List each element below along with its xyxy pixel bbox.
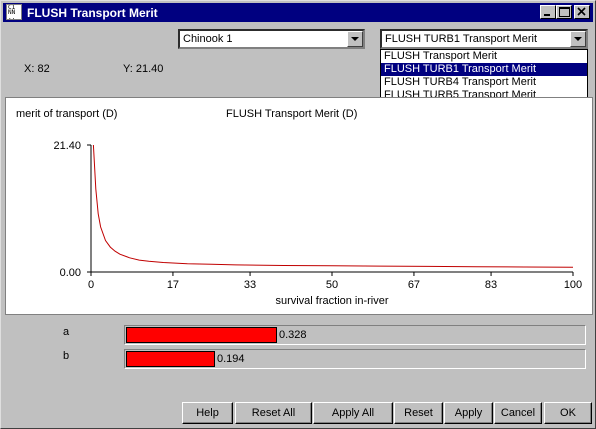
metric-dropdown[interactable]: FLUSH TURB1 Transport Merit xyxy=(380,29,588,49)
chevron-down-icon xyxy=(574,37,582,41)
y-tick-label: 21.40 xyxy=(53,140,81,152)
reset-button[interactable]: Reset xyxy=(394,402,443,424)
y-tick-label: 0.00 xyxy=(60,267,81,279)
x-tick-label: 50 xyxy=(326,279,338,291)
help-button[interactable]: Help xyxy=(182,402,233,424)
y-readout: Y: 21.40 xyxy=(123,63,164,75)
minimize-icon xyxy=(544,14,550,16)
chart-title: FLUSH Transport Merit (D) xyxy=(226,108,357,120)
apply-all-button[interactable]: Apply All xyxy=(313,402,393,424)
apply-button[interactable]: Apply xyxy=(444,402,493,424)
metric-option[interactable]: FLUSH Transport Merit xyxy=(381,50,587,63)
x-readout: X: 82 xyxy=(24,63,50,75)
x-tick-label: 100 xyxy=(564,279,582,291)
cancel-button[interactable]: Cancel xyxy=(494,402,542,424)
ok-button[interactable]: OK xyxy=(544,402,592,424)
param-slider-b[interactable]: 0.194 xyxy=(124,349,586,369)
title-bar[interactable]: C1 NN.. FLUSH Transport Merit xyxy=(3,3,593,22)
param-label-b: b xyxy=(63,350,70,362)
x-tick-label: 0 xyxy=(88,279,94,291)
minimize-button[interactable] xyxy=(540,5,556,19)
param-fill-b[interactable] xyxy=(126,351,215,367)
merit-chart[interactable]: merit of transport (D) FLUSH Transport M… xyxy=(6,98,592,314)
species-value: Chinook 1 xyxy=(183,33,233,45)
param-label-a: a xyxy=(63,326,70,338)
param-value-b: 0.194 xyxy=(217,353,245,365)
metric-option[interactable]: FLUSH TURB4 Transport Merit xyxy=(381,76,587,89)
x-tick-label: 17 xyxy=(167,279,179,291)
x-tick-label: 83 xyxy=(485,279,497,291)
maximize-button[interactable] xyxy=(556,5,572,19)
param-slider-a[interactable]: 0.328 xyxy=(124,325,586,345)
x-tick-label: 67 xyxy=(408,279,420,291)
close-icon xyxy=(577,7,586,16)
maximize-icon xyxy=(559,7,570,17)
param-fill-a[interactable] xyxy=(126,327,277,343)
chevron-down-icon xyxy=(351,37,359,41)
close-button[interactable] xyxy=(574,5,590,19)
metric-value: FLUSH TURB1 Transport Merit xyxy=(385,33,538,45)
transport-merit-window: C1 NN.. FLUSH Transport Merit Chinook 1 F… xyxy=(0,0,596,429)
app-icon[interactable]: C1 NN.. xyxy=(6,4,22,20)
merit-curve xyxy=(92,144,574,268)
y-axis-label: merit of transport (D) xyxy=(16,108,117,120)
species-dropdown-button[interactable] xyxy=(347,31,363,47)
param-value-a: 0.328 xyxy=(279,329,307,341)
metric-dropdown-list: FLUSH Transport Merit FLUSH TURB1 Transp… xyxy=(380,49,588,103)
window-title: FLUSH Transport Merit xyxy=(27,6,158,20)
reset-all-button[interactable]: Reset All xyxy=(235,402,312,424)
species-dropdown[interactable]: Chinook 1 xyxy=(178,29,365,49)
metric-option-selected[interactable]: FLUSH TURB1 Transport Merit xyxy=(381,63,587,76)
x-axis-label: survival fraction in-river xyxy=(275,295,388,307)
chart-panel[interactable]: merit of transport (D) FLUSH Transport M… xyxy=(5,97,593,315)
metric-dropdown-button[interactable] xyxy=(570,31,586,47)
x-tick-label: 33 xyxy=(244,279,256,291)
